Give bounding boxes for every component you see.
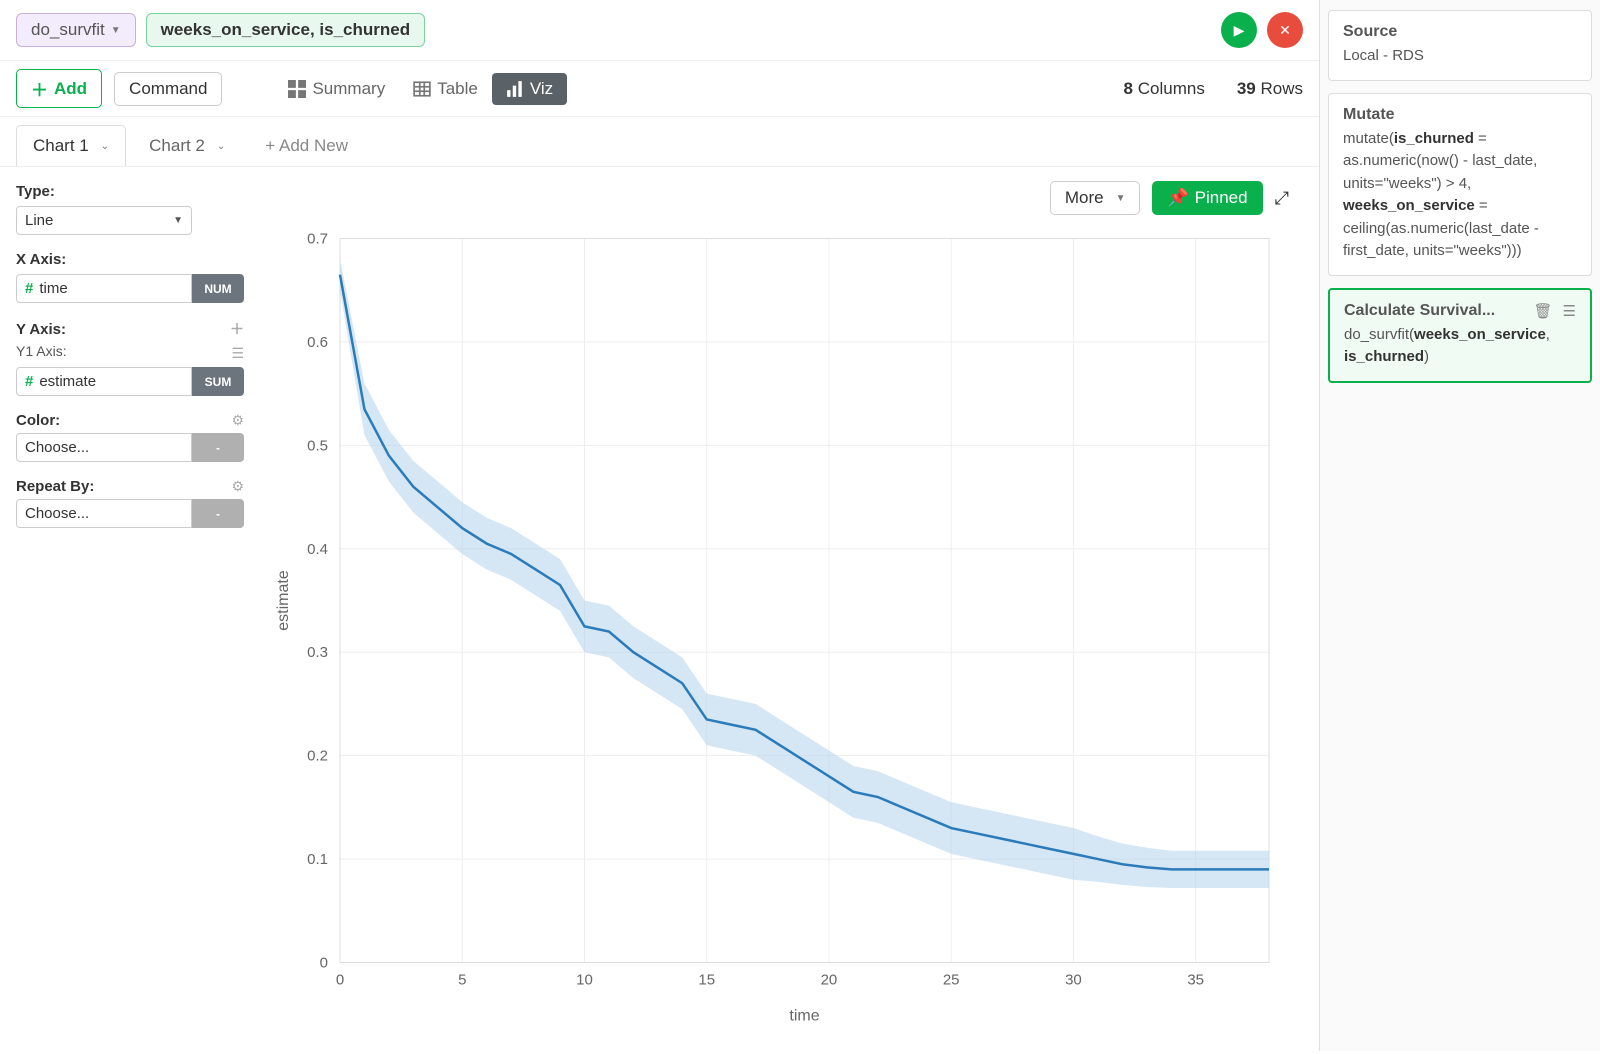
chart-tab-2-label: Chart 2: [149, 136, 205, 156]
svg-text:0.7: 0.7: [307, 231, 328, 248]
hash-icon: #: [25, 280, 33, 297]
svg-text:0.3: 0.3: [307, 644, 328, 661]
repeat-value: Choose...: [25, 505, 89, 522]
more-label: More: [1065, 188, 1104, 208]
chevron-down-icon: ⌄: [217, 141, 225, 152]
svg-text:20: 20: [821, 972, 838, 989]
args-pill[interactable]: weeks_on_service, is_churned: [146, 13, 426, 47]
y1-label: Y1 Axis:: [16, 343, 67, 359]
menu-icon[interactable]: ☰: [231, 345, 244, 362]
yaxis-select[interactable]: # estimate: [16, 367, 192, 396]
source-title: Source: [1343, 23, 1577, 41]
pinned-button[interactable]: 📌 Pinned: [1152, 181, 1262, 215]
add-yaxis-icon[interactable]: ＋: [230, 319, 244, 339]
tab-table-label: Table: [437, 79, 478, 99]
color-select[interactable]: Choose...: [16, 433, 192, 462]
svg-text:0: 0: [320, 955, 328, 972]
svg-text:0.4: 0.4: [307, 541, 328, 558]
survival-chart: 0 5 10 15 20 25 30 35 0 0.1 0.2 0.3 0.4 0.5 0.6 0.7 time…: [270, 177, 1289, 1034]
survival-body: do_survfit(weeks_on_service, is_churned): [1344, 324, 1576, 369]
type-value: Line: [25, 212, 53, 229]
columns-stat: 8 Columns: [1124, 79, 1205, 99]
source-card[interactable]: Source Local - RDS: [1328, 10, 1592, 81]
command-button[interactable]: Command: [114, 72, 222, 106]
chevron-down-icon: ⌄: [101, 141, 109, 152]
svg-text:25: 25: [943, 972, 960, 989]
play-icon: ▶: [1234, 22, 1245, 39]
survival-card[interactable]: Calculate Survival... 🗑 ☰ do_survfit(wee…: [1328, 288, 1592, 383]
chevron-down-icon: ▼: [1116, 193, 1126, 204]
tab-summary-label: Summary: [312, 79, 385, 99]
svg-text:time: time: [789, 1008, 819, 1025]
trash-icon[interactable]: 🗑: [1534, 302, 1553, 320]
cancel-button[interactable]: ✕: [1267, 12, 1303, 48]
add-label: Add: [54, 79, 87, 99]
yaxis-label: Y Axis:: [16, 321, 66, 338]
svg-text:0.2: 0.2: [307, 748, 328, 765]
source-body: Local - RDS: [1343, 45, 1577, 68]
function-pill[interactable]: do_survfit ▼: [16, 13, 136, 47]
svg-text:estimate: estimate: [275, 570, 292, 631]
svg-text:0.5: 0.5: [307, 437, 328, 454]
more-button[interactable]: More ▼: [1050, 181, 1141, 215]
yaxis-value: estimate: [39, 373, 96, 390]
chevron-down-icon: ▼: [173, 215, 183, 226]
hash-icon: #: [25, 373, 33, 390]
rows-stat: 39 Rows: [1237, 79, 1303, 99]
expand-icon[interactable]: ⤢: [1275, 188, 1289, 209]
add-button[interactable]: ＋ Add: [16, 69, 102, 108]
pin-icon: 📌: [1167, 188, 1188, 208]
xaxis-value: time: [39, 280, 67, 297]
pinned-label: Pinned: [1195, 188, 1248, 208]
svg-text:0.6: 0.6: [307, 334, 328, 351]
gear-icon[interactable]: ⚙: [231, 478, 244, 495]
mutate-card[interactable]: Mutate mutate(is_churned = as.numeric(no…: [1328, 93, 1592, 276]
color-badge[interactable]: -: [192, 433, 244, 462]
plus-icon: ＋: [31, 76, 48, 101]
xaxis-select[interactable]: # time: [16, 274, 192, 303]
yaxis-badge[interactable]: SUM: [192, 367, 244, 396]
table-icon: [413, 80, 431, 98]
xaxis-badge[interactable]: NUM: [192, 274, 244, 303]
command-label: Command: [129, 79, 207, 99]
color-label: Color:: [16, 412, 60, 429]
survival-title: Calculate Survival...: [1344, 302, 1495, 320]
add-chart-tab[interactable]: + Add New: [248, 125, 365, 166]
arg-text: weeks_on_service, is_churned: [161, 20, 411, 40]
repeat-badge[interactable]: -: [192, 499, 244, 528]
tab-table[interactable]: Table: [399, 73, 492, 105]
tab-summary[interactable]: Summary: [274, 73, 399, 105]
menu-icon[interactable]: ☰: [1563, 302, 1576, 320]
function-pill-label: do_survfit: [31, 20, 105, 40]
repeat-label: Repeat By:: [16, 478, 94, 495]
svg-text:0: 0: [336, 972, 344, 989]
close-icon: ✕: [1279, 22, 1291, 39]
svg-text:5: 5: [458, 972, 466, 989]
xaxis-label: X Axis:: [16, 251, 244, 268]
chevron-down-icon: ▼: [111, 25, 121, 36]
chart-tab-1-label: Chart 1: [33, 136, 89, 156]
svg-text:35: 35: [1187, 972, 1204, 989]
add-chart-label: + Add New: [265, 136, 348, 156]
type-label: Type:: [16, 183, 244, 200]
svg-text:0.1: 0.1: [307, 851, 328, 868]
color-value: Choose...: [25, 439, 89, 456]
svg-text:15: 15: [698, 972, 715, 989]
grid-icon: [288, 80, 306, 98]
bar-chart-icon: [506, 80, 524, 98]
tab-viz-label: Viz: [530, 79, 553, 99]
svg-text:10: 10: [576, 972, 593, 989]
repeat-select[interactable]: Choose...: [16, 499, 192, 528]
svg-text:30: 30: [1065, 972, 1082, 989]
run-button[interactable]: ▶: [1221, 12, 1257, 48]
gear-icon[interactable]: ⚙: [231, 412, 244, 429]
chart-tab-2[interactable]: Chart 2 ⌄: [132, 125, 242, 166]
mutate-title: Mutate: [1343, 106, 1577, 124]
chart-tab-1[interactable]: Chart 1 ⌄: [16, 125, 126, 166]
tab-viz[interactable]: Viz: [492, 73, 567, 105]
mutate-body: mutate(is_churned = as.numeric(now() - l…: [1343, 128, 1577, 263]
type-select[interactable]: Line ▼: [16, 206, 192, 235]
